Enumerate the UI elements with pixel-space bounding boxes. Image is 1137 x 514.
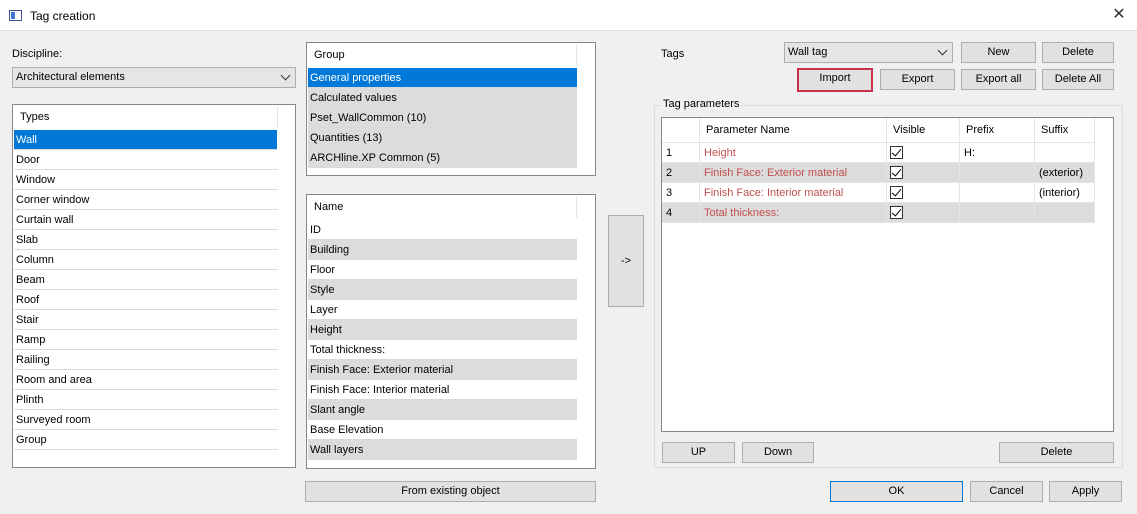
visible-checkbox[interactable] <box>890 186 903 199</box>
prefix-cell[interactable] <box>960 183 1035 203</box>
group-header: Group <box>308 44 577 66</box>
visible-checkbox[interactable] <box>890 206 903 219</box>
close-icon[interactable]: ✕ <box>1109 5 1129 25</box>
name-list-item[interactable]: Building <box>308 240 577 260</box>
row-number: 1 <box>662 143 700 163</box>
type-list-item[interactable]: Beam <box>14 270 278 290</box>
types-header: Types <box>14 106 278 128</box>
name-list-item[interactable]: ID <box>308 220 577 240</box>
group-list-item[interactable]: ARCHline.XP Common (5) <box>308 148 577 168</box>
from-existing-object-button[interactable]: From existing object <box>305 481 596 502</box>
group-list[interactable]: Group General properties Calculated value… <box>306 42 596 176</box>
delete-all-button[interactable]: Delete All <box>1042 69 1114 90</box>
type-list-item[interactable]: Window <box>14 170 278 190</box>
type-list-item[interactable]: Group <box>14 430 278 450</box>
types-list[interactable]: Types Wall Door Window Corner window Curtain… <box>12 104 296 468</box>
tags-label: Tags <box>661 48 685 60</box>
export-all-button[interactable]: Export all <box>961 69 1036 90</box>
column-header-parameter-name[interactable]: Parameter Name <box>700 118 887 143</box>
chevron-down-icon <box>938 46 948 56</box>
parameter-name: Finish Face: Exterior material <box>700 163 887 183</box>
app-icon <box>9 10 22 21</box>
parameter-name: Finish Face: Interior material <box>700 183 887 203</box>
discipline-dropdown[interactable]: Architectural elements <box>12 67 296 88</box>
group-list-item[interactable]: Quantities (13) <box>308 128 577 148</box>
suffix-cell[interactable]: (interior) <box>1035 183 1095 203</box>
type-list-item[interactable]: Plinth <box>14 390 278 410</box>
type-list-item[interactable]: Wall <box>14 130 277 150</box>
name-list-item[interactable]: Finish Face: Interior material <box>308 380 577 400</box>
row-number: 3 <box>662 183 700 203</box>
type-list-item[interactable]: Room and area <box>14 370 278 390</box>
type-list-item[interactable]: Door <box>14 150 278 170</box>
apply-button[interactable]: Apply <box>1049 481 1122 502</box>
name-header: Name <box>308 196 577 218</box>
type-list-item[interactable]: Roof <box>14 290 278 310</box>
visible-cell[interactable] <box>887 143 960 163</box>
export-button[interactable]: Export <box>880 69 955 90</box>
name-list-item[interactable]: Floor <box>308 260 577 280</box>
suffix-cell[interactable] <box>1035 143 1095 163</box>
row-number: 4 <box>662 203 700 223</box>
type-list-item[interactable]: Column <box>14 250 278 270</box>
type-list-item[interactable]: Surveyed room <box>14 410 278 430</box>
ok-button[interactable]: OK <box>830 481 963 502</box>
import-button[interactable]: Import <box>797 68 873 92</box>
chevron-down-icon <box>281 71 291 81</box>
tag-dropdown[interactable]: Wall tag <box>784 42 953 63</box>
add-to-tag-button[interactable]: -> <box>608 215 644 307</box>
delete-tag-button[interactable]: Delete <box>1042 42 1114 63</box>
suffix-cell[interactable] <box>1035 203 1095 223</box>
parameter-name: Total thickness: <box>700 203 887 223</box>
prefix-cell[interactable] <box>960 203 1035 223</box>
row-number: 2 <box>662 163 700 183</box>
visible-checkbox[interactable] <box>890 146 903 159</box>
prefix-cell[interactable] <box>960 163 1035 183</box>
visible-cell[interactable] <box>887 163 960 183</box>
visible-checkbox[interactable] <box>890 166 903 179</box>
discipline-label: Discipline: <box>12 48 63 60</box>
name-list-item[interactable]: Wall layers <box>308 440 577 460</box>
column-header-visible[interactable]: Visible <box>887 118 960 143</box>
parameter-name: Height <box>700 143 887 163</box>
type-list-item[interactable]: Curtain wall <box>14 210 278 230</box>
tag-parameters-table[interactable]: Parameter Name Visible Prefix Suffix 1 He… <box>661 117 1114 432</box>
name-list-item[interactable]: Finish Face: Exterior material <box>308 360 577 380</box>
name-list-item[interactable]: Height <box>308 320 577 340</box>
name-list-item[interactable]: Total thickness: <box>308 340 577 360</box>
down-button[interactable]: Down <box>742 442 814 463</box>
type-list-item[interactable]: Stair <box>14 310 278 330</box>
group-list-item[interactable]: Calculated values <box>308 88 577 108</box>
name-list-item[interactable]: Slant angle <box>308 400 577 420</box>
prefix-cell[interactable]: H: <box>960 143 1035 163</box>
type-list-item[interactable]: Railing <box>14 350 278 370</box>
column-header-prefix[interactable]: Prefix <box>960 118 1035 143</box>
tag-parameters-caption: Tag parameters <box>661 98 742 110</box>
column-header-index <box>662 118 700 143</box>
name-list-item[interactable]: Layer <box>308 300 577 320</box>
visible-cell[interactable] <box>887 183 960 203</box>
type-list-item[interactable]: Ramp <box>14 330 278 350</box>
title-bar: Tag creation ✕ <box>0 0 1137 31</box>
type-list-item[interactable]: Corner window <box>14 190 278 210</box>
cancel-button[interactable]: Cancel <box>970 481 1043 502</box>
type-list-item[interactable]: Slab <box>14 230 278 250</box>
name-list-item[interactable]: Base Elevation <box>308 420 577 440</box>
visible-cell[interactable] <box>887 203 960 223</box>
tag-dropdown-value: Wall tag <box>788 46 828 58</box>
discipline-value: Architectural elements <box>16 71 125 83</box>
group-list-item[interactable]: Pset_WallCommon (10) <box>308 108 577 128</box>
new-tag-button[interactable]: New <box>961 42 1036 63</box>
name-list-item[interactable]: Style <box>308 280 577 300</box>
up-button[interactable]: UP <box>662 442 735 463</box>
window-title: Tag creation <box>30 9 96 23</box>
group-list-item[interactable]: General properties <box>308 68 577 88</box>
name-list[interactable]: Name ID Building Floor Style Layer Height Tota… <box>306 194 596 469</box>
column-header-suffix[interactable]: Suffix <box>1035 118 1095 143</box>
suffix-cell[interactable]: (exterior) <box>1035 163 1095 183</box>
delete-parameter-button[interactable]: Delete <box>999 442 1114 463</box>
